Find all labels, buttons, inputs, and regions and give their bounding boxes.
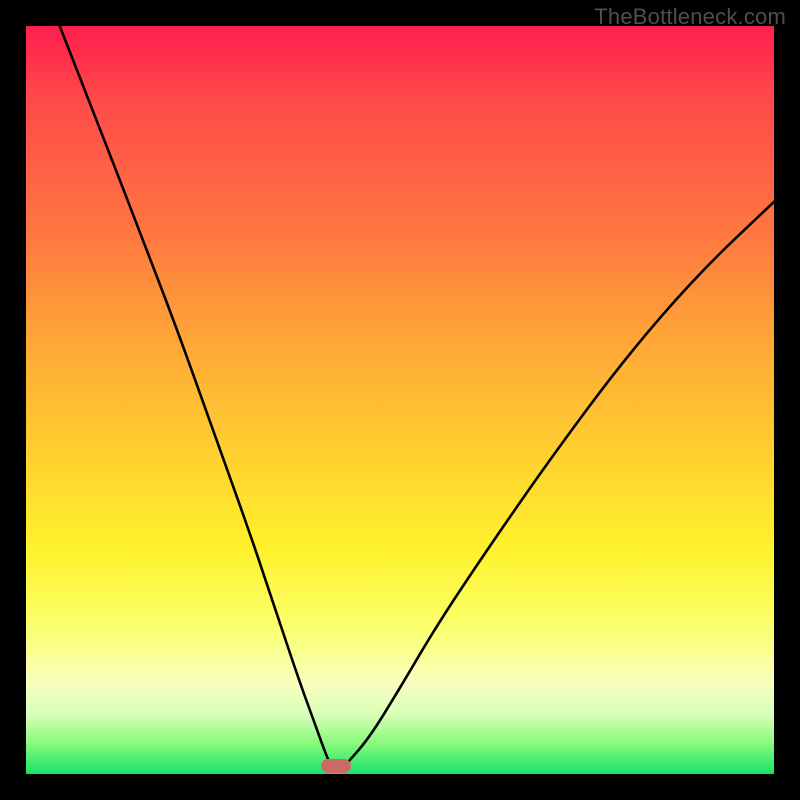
bottleneck-curve — [26, 26, 774, 774]
optimum-marker — [321, 759, 351, 773]
watermark-text: TheBottleneck.com — [594, 4, 786, 30]
chart-frame: TheBottleneck.com — [0, 0, 800, 800]
plot-area — [26, 26, 774, 774]
